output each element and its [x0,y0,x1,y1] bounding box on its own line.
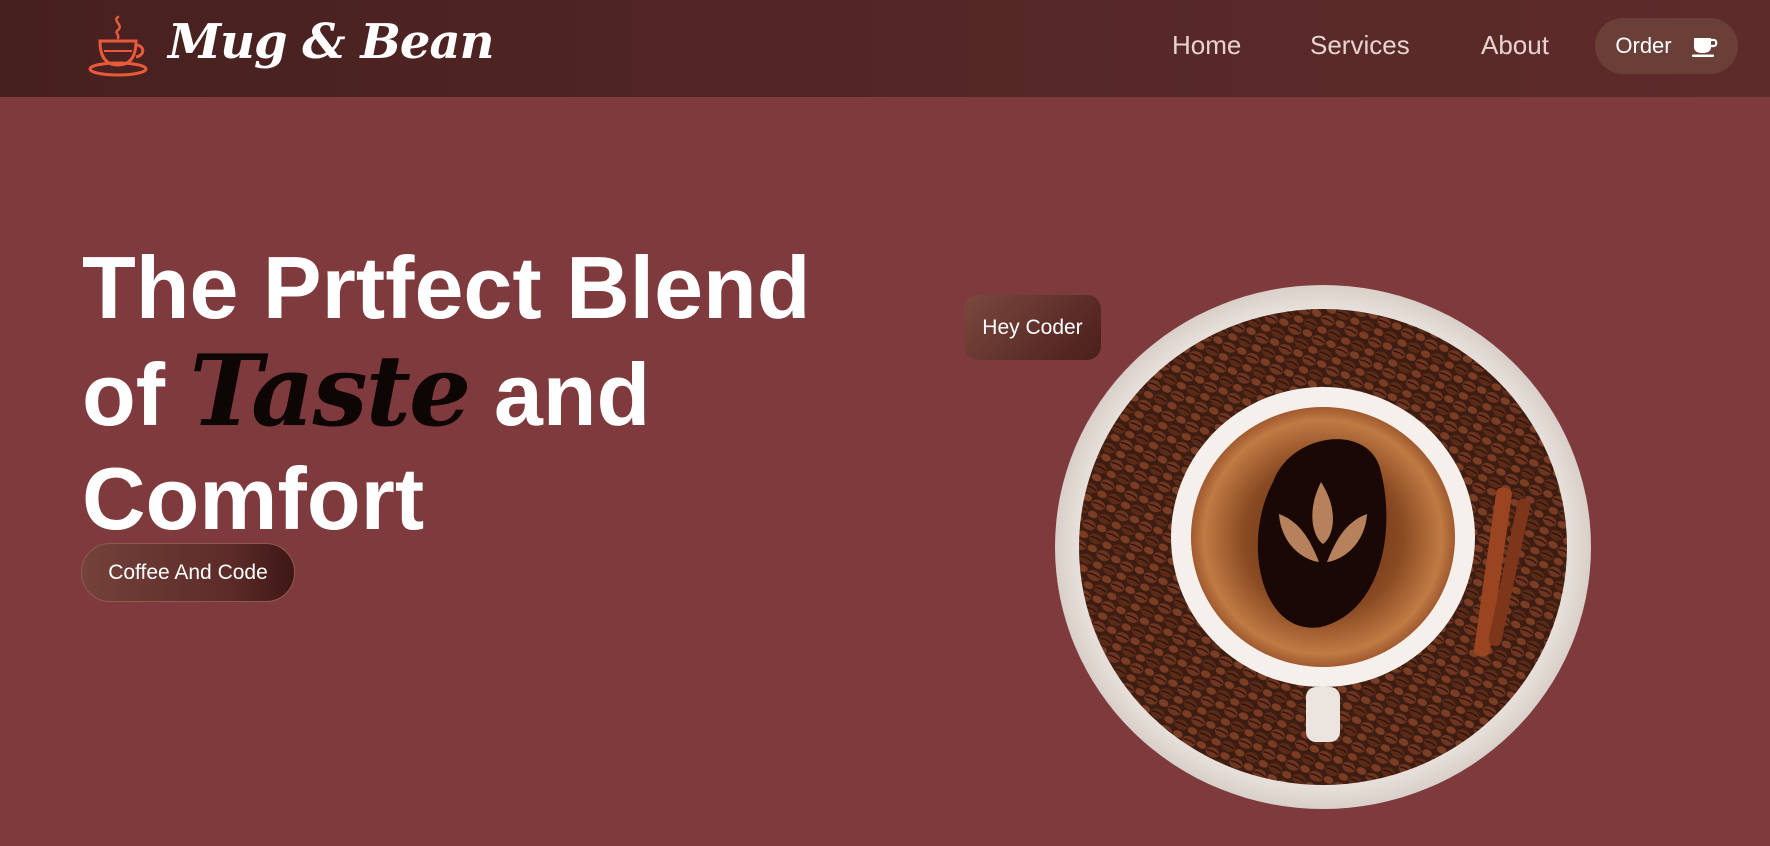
coffee-cup-icon [1691,38,1717,57]
hero-title-line-2: of Taste and [82,340,811,447]
hero-title-and: and [493,345,651,444]
coffee-cup-on-beans-image [1055,285,1591,809]
order-button-label: Order [1615,33,1672,58]
hero-title-line-1: The Prtfect Blend [82,238,811,337]
hero-title: The Prtfect Blend of Taste and Comfort [82,236,811,551]
hero-title-of: of [82,345,166,444]
navbar: Mug & Bean Home Services About Order [0,0,1770,97]
brand-name[interactable]: Mug & Bean [168,14,494,70]
hero-title-taste: Taste [189,334,472,449]
hero-title-line-3: Comfort [82,449,425,548]
nav-link-services[interactable]: Services [1310,30,1410,61]
nav-link-home[interactable]: Home [1172,30,1241,61]
nav-link-about[interactable]: About [1481,30,1549,61]
coffee-cup-steam-icon[interactable] [86,13,152,77]
coffee-and-code-button[interactable]: Coffee And Code [81,543,295,602]
order-button[interactable]: Order [1595,18,1738,74]
